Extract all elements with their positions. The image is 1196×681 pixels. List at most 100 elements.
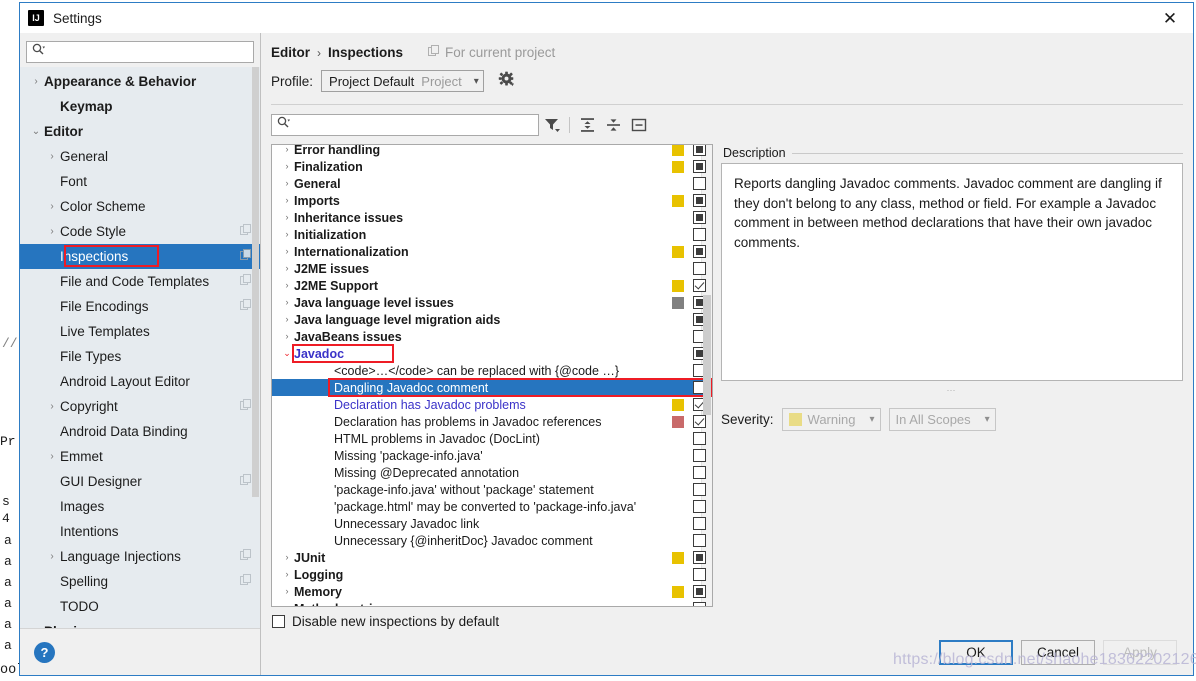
sidebar-item-todo[interactable]: TODO [20,594,260,619]
inspection-checkbox[interactable] [693,432,706,445]
inspection-checkbox[interactable] [693,211,706,224]
chevron-right-icon[interactable]: › [44,452,60,462]
sidebar-item-file-and-code-templates[interactable]: File and Code Templates [20,269,260,294]
inspection-row[interactable]: ›Imports [272,192,712,209]
resize-grip-icon[interactable]: ⋯ [721,381,1183,399]
inspection-row[interactable]: ›Internationalization [272,243,712,260]
sidebar-item-inspections[interactable]: Inspections [20,244,260,269]
inspection-checkbox[interactable] [693,568,706,581]
inspection-checkbox[interactable] [693,466,706,479]
sidebar-scrollbar[interactable] [252,67,259,497]
inspection-row[interactable]: Unnecessary {@inheritDoc} Javadoc commen… [272,532,712,549]
inspection-row[interactable]: ›J2ME Support [272,277,712,294]
sidebar-item-list[interactable]: ›Appearance & BehaviorKeymap⌄Editor›Gene… [20,67,260,628]
sidebar-item-appearance-behavior[interactable]: ›Appearance & Behavior [20,69,260,94]
profile-select[interactable]: Project Default Project ▾ [321,70,484,92]
inspection-checkbox[interactable] [693,551,706,564]
sidebar-item-general[interactable]: ›General [20,144,260,169]
inspections-search-box[interactable] [271,114,539,136]
inspection-row[interactable]: ›Initialization [272,226,712,243]
chevron-right-icon[interactable]: › [44,227,60,237]
inspection-row[interactable]: 'package.html' may be converted to 'pack… [272,498,712,515]
sidebar-item-gui-designer[interactable]: GUI Designer [20,469,260,494]
inspection-row[interactable]: Dangling Javadoc comment [272,379,712,396]
inspection-row[interactable]: ›Finalization [272,158,712,175]
inspection-checkbox[interactable] [693,602,706,607]
inspection-row[interactable]: ›Memory [272,583,712,600]
inspections-tree[interactable]: ›Error handling›Finalization›General›Imp… [271,144,713,607]
inspection-checkbox[interactable] [693,262,706,275]
inspection-checkbox[interactable] [693,245,706,258]
chevron-down-icon[interactable]: ⌄ [28,127,44,137]
severity-select[interactable]: Warning ▾ [782,408,881,431]
inspection-checkbox[interactable] [693,160,706,173]
chevron-right-icon[interactable]: › [280,332,294,341]
chevron-right-icon[interactable]: › [280,264,294,273]
chevron-right-icon[interactable]: › [280,162,294,171]
inspection-row[interactable]: ›Logging [272,566,712,583]
sidebar-item-file-encodings[interactable]: File Encodings [20,294,260,319]
sidebar-item-keymap[interactable]: Keymap [20,94,260,119]
inspection-checkbox[interactable] [693,144,706,156]
sidebar-item-android-data-binding[interactable]: Android Data Binding [20,419,260,444]
inspection-row[interactable]: ›Java language level migration aids [272,311,712,328]
inspections-search-input[interactable] [290,115,533,135]
inspection-row[interactable]: ›JavaBeans issues [272,328,712,345]
minus-box-icon[interactable] [626,113,652,137]
chevron-right-icon[interactable]: › [44,202,60,212]
inspection-row[interactable]: Missing 'package-info.java' [272,447,712,464]
chevron-right-icon[interactable]: › [280,553,294,562]
inspection-row[interactable]: HTML problems in Javadoc (DocLint) [272,430,712,447]
inspection-checkbox[interactable] [693,483,706,496]
sidebar-search-box[interactable] [26,41,254,63]
inspection-checkbox[interactable] [693,228,706,241]
chevron-right-icon[interactable]: › [280,179,294,188]
inspection-row[interactable]: ›Method metrics [272,600,712,607]
chevron-right-icon[interactable]: › [44,552,60,562]
collapse-all-icon[interactable] [600,113,626,137]
chevron-right-icon[interactable]: › [280,247,294,256]
inspection-checkbox[interactable] [693,517,706,530]
sidebar-item-intentions[interactable]: Intentions [20,519,260,544]
inspection-checkbox[interactable] [693,449,706,462]
inspection-checkbox[interactable] [693,585,706,598]
inspection-checkbox[interactable] [693,194,706,207]
chevron-right-icon[interactable]: › [280,298,294,307]
inspection-checkbox[interactable] [693,177,706,190]
chevron-down-icon[interactable]: ⌄ [280,349,294,358]
inspections-scrollbar-thumb[interactable] [703,295,711,415]
inspection-row[interactable]: ›Java language level issues [272,294,712,311]
inspection-row[interactable]: <code>…</code> can be replaced with {@co… [272,362,712,379]
chevron-right-icon[interactable]: › [44,402,60,412]
inspection-row[interactable]: Unnecessary Javadoc link [272,515,712,532]
sidebar-search-input[interactable] [45,42,248,62]
inspection-row[interactable]: ›General [272,175,712,192]
sidebar-item-spelling[interactable]: Spelling [20,569,260,594]
inspection-row[interactable]: Declaration has problems in Javadoc refe… [272,413,712,430]
chevron-right-icon[interactable]: › [280,570,294,579]
disable-new-inspections-row[interactable]: Disable new inspections by default [261,607,1193,629]
chevron-right-icon[interactable]: › [280,315,294,324]
sidebar-item-plugins[interactable]: Plugins [20,619,260,628]
breadcrumb-editor[interactable]: Editor [271,45,310,60]
sidebar-item-emmet[interactable]: ›Emmet [20,444,260,469]
chevron-right-icon[interactable]: › [280,145,294,154]
gear-icon[interactable] [498,71,515,91]
sidebar-item-copyright[interactable]: ›Copyright [20,394,260,419]
inspection-row[interactable]: Missing @Deprecated annotation [272,464,712,481]
scope-select[interactable]: In All Scopes ▾ [889,408,996,431]
sidebar-item-android-layout-editor[interactable]: Android Layout Editor [20,369,260,394]
chevron-right-icon[interactable]: › [280,213,294,222]
sidebar-item-font[interactable]: Font [20,169,260,194]
chevron-right-icon[interactable]: › [280,230,294,239]
sidebar-item-file-types[interactable]: File Types [20,344,260,369]
inspection-row[interactable]: ›Inheritance issues [272,209,712,226]
inspection-row[interactable]: ›J2ME issues [272,260,712,277]
expand-all-icon[interactable] [574,113,600,137]
chevron-right-icon[interactable]: › [280,604,294,607]
help-icon[interactable]: ? [34,642,55,663]
inspection-row[interactable]: ›JUnit [272,549,712,566]
inspection-row[interactable]: ›Error handling [272,144,712,158]
chevron-right-icon[interactable]: › [280,196,294,205]
chevron-right-icon[interactable]: › [280,587,294,596]
